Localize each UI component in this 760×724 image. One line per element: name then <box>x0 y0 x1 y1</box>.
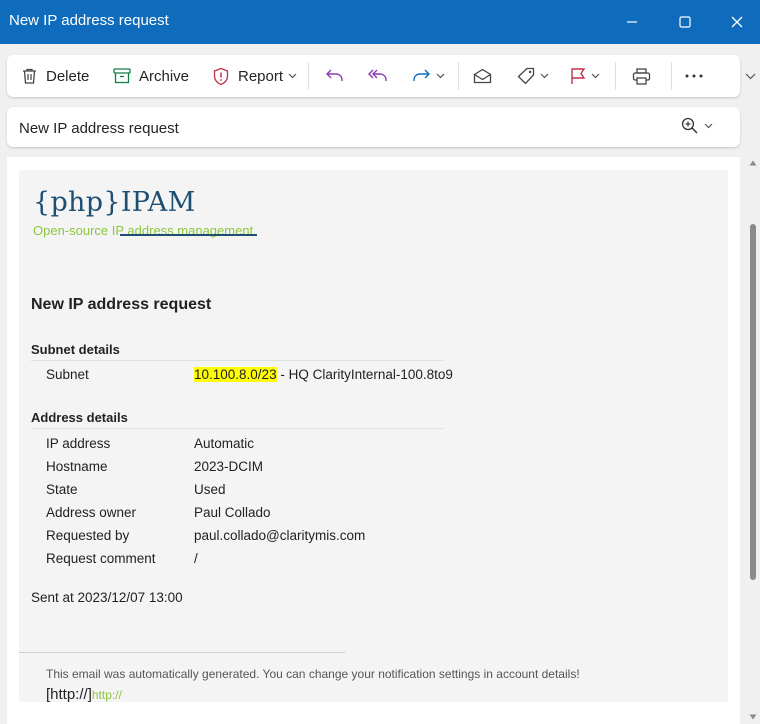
archive-icon <box>113 68 131 84</box>
close-icon <box>731 16 743 28</box>
detail-value: Paul Collado <box>194 505 271 520</box>
window-title: New IP address request <box>9 12 169 29</box>
detail-row-state: State Used <box>46 482 226 497</box>
toolbar-divider <box>308 62 309 90</box>
email-subject: New IP address request <box>19 120 179 137</box>
subnet-description: - HQ ClarityInternal-100.8to9 <box>276 367 453 382</box>
logo-text: {php}IPAM <box>33 187 196 218</box>
toolbar-divider <box>671 62 672 90</box>
toolbar-divider <box>615 62 616 90</box>
report-label: Report <box>238 67 284 85</box>
detail-label: Request comment <box>46 551 156 566</box>
scrollbar-thumb[interactable] <box>750 224 756 580</box>
archive-button[interactable]: Archive <box>113 55 189 97</box>
forward-button[interactable] <box>411 55 445 97</box>
zoom-icon <box>681 117 698 134</box>
archive-label: Archive <box>139 67 190 85</box>
minimize-button[interactable] <box>609 0 655 44</box>
ribbon-expand-button[interactable] <box>741 65 760 87</box>
subnet-label: Subnet <box>46 367 89 382</box>
maximize-button[interactable] <box>662 0 708 44</box>
toolbar-divider <box>458 62 459 90</box>
footer-link-line: [http://]http:// <box>46 686 122 703</box>
detail-label: IP address <box>46 436 111 451</box>
report-button[interactable]: Report <box>212 55 297 97</box>
mark-read-button[interactable] <box>473 55 492 97</box>
maximize-icon <box>679 16 691 28</box>
title-bar: New IP address request <box>0 0 760 44</box>
flag-button[interactable] <box>570 55 600 97</box>
address-details-header: Address details <box>31 410 443 429</box>
subnet-value: 10.100.8.0/23 - HQ ClarityInternal-100.8… <box>194 367 453 382</box>
footer-link[interactable]: http:// <box>92 688 122 702</box>
chevron-down-icon <box>704 123 713 128</box>
chevron-down-icon <box>288 73 297 79</box>
print-button[interactable] <box>632 55 651 97</box>
zoom-button[interactable] <box>681 117 713 134</box>
detail-value: 2023-DCIM <box>194 459 264 474</box>
subnet-row: Subnet 10.100.8.0/23 - HQ ClarityInterna… <box>46 367 453 382</box>
reply-icon <box>326 69 343 81</box>
detail-row-request-comment: Request comment / <box>46 551 198 566</box>
scroll-down-arrow-icon[interactable] <box>749 714 757 720</box>
print-icon <box>632 67 651 85</box>
more-button[interactable] <box>685 55 703 97</box>
tag-button[interactable] <box>517 55 549 97</box>
delete-icon <box>23 68 36 84</box>
report-icon <box>213 67 229 85</box>
detail-row-requested-by: Requested by paul.collado@claritymis.com <box>46 528 365 543</box>
detail-value: / <box>194 551 198 566</box>
chevron-down-icon <box>591 73 600 79</box>
flag-icon <box>571 68 586 84</box>
subnet-details-header: Subnet details <box>31 342 443 361</box>
reply-all-button[interactable] <box>367 55 389 97</box>
detail-row-ip-address: IP address Automatic <box>46 436 254 451</box>
subnet-address-highlight: 10.100.8.0/23 <box>194 367 277 382</box>
vertical-scrollbar[interactable] <box>743 157 760 724</box>
detail-value: Used <box>194 482 226 497</box>
phpipam-logo: {php}IPAM Open-source IP address managem… <box>33 187 257 238</box>
chevron-down-icon <box>436 73 445 79</box>
footer-link-prefix: [http://] <box>46 686 92 703</box>
email-body: {php}IPAM Open-source IP address managem… <box>19 170 728 703</box>
subject-bar: New IP address request <box>7 107 740 147</box>
tag-icon <box>517 67 535 85</box>
minimize-icon <box>627 21 637 23</box>
detail-value: paul.collado@claritymis.com <box>194 528 366 543</box>
chevron-down-icon <box>540 73 549 79</box>
forward-icon <box>413 69 430 81</box>
detail-label: Requested by <box>46 528 130 543</box>
email-heading: New IP address request <box>31 296 212 313</box>
delete-label: Delete <box>46 67 90 85</box>
detail-row-hostname: Hostname 2023-DCIM <box>46 459 263 474</box>
sent-timestamp: Sent at 2023/12/07 13:00 <box>31 590 183 605</box>
footer-divider <box>19 652 345 653</box>
detail-label: State <box>46 482 78 497</box>
mark-read-icon <box>473 68 492 84</box>
footer-note: This email was automatically generated. … <box>46 667 580 681</box>
close-button[interactable] <box>714 0 760 44</box>
detail-label: Address owner <box>46 505 137 520</box>
delete-button[interactable]: Delete <box>21 55 89 97</box>
reply-button[interactable] <box>325 55 345 97</box>
toolbar: Delete Archive Report <box>7 55 740 97</box>
logo-underline <box>120 234 257 236</box>
detail-value: Automatic <box>194 436 255 451</box>
reply-all-icon <box>368 69 387 81</box>
more-icon <box>685 74 703 78</box>
chevron-down-icon <box>745 73 756 79</box>
detail-label: Hostname <box>46 459 108 474</box>
scroll-up-arrow-icon[interactable] <box>749 160 757 166</box>
detail-row-address-owner: Address owner Paul Collado <box>46 505 271 520</box>
reading-pane: {php}IPAM Open-source IP address managem… <box>7 157 740 724</box>
